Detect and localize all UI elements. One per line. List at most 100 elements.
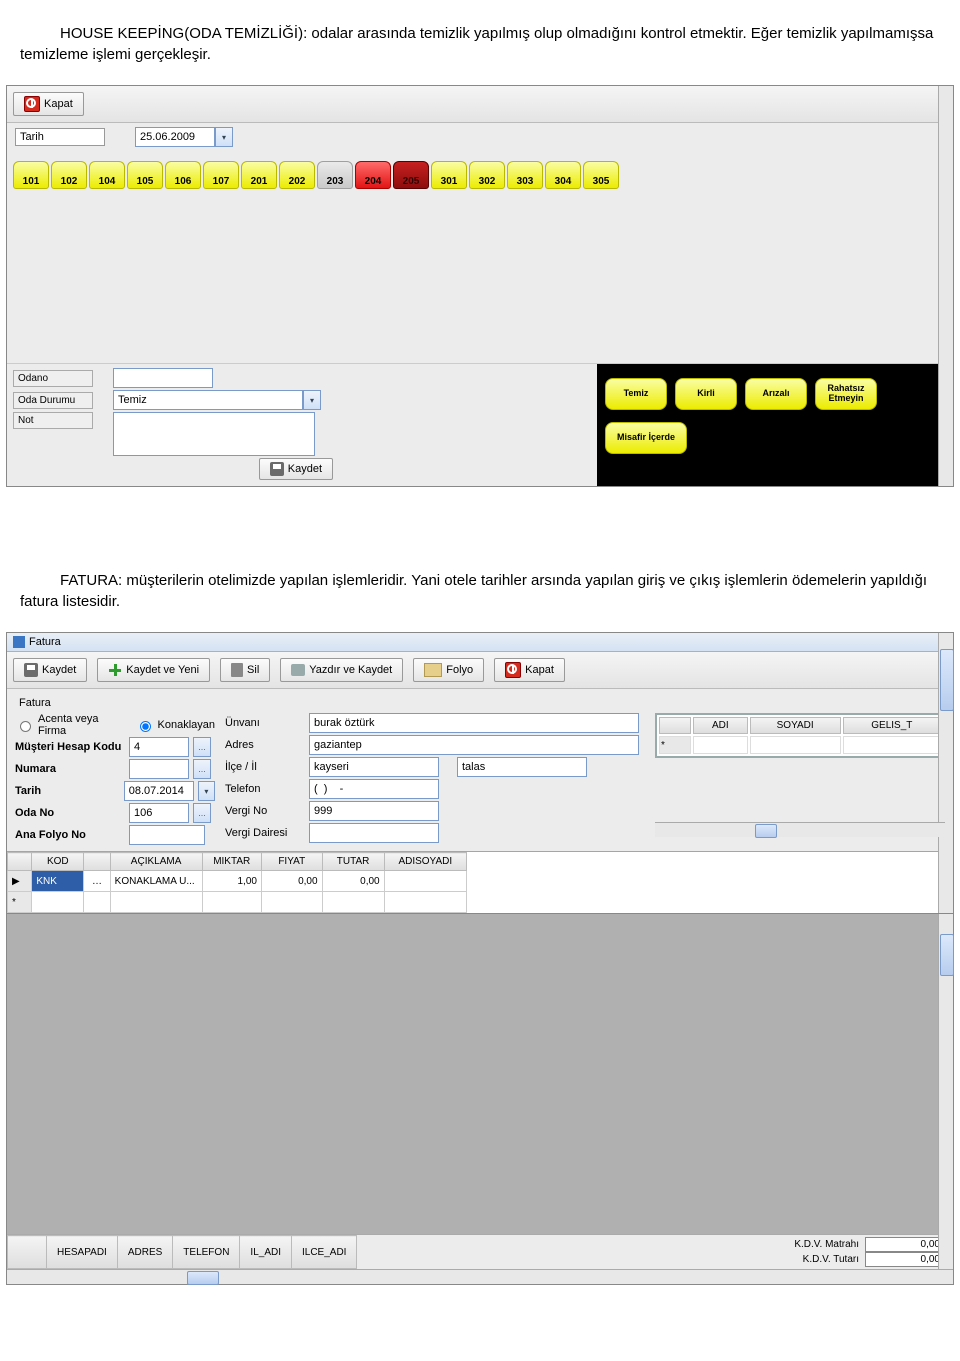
footer-grid[interactable]: HESAPADI ADRES TELEFON IL_ADI ILCE_ADI	[7, 1235, 357, 1269]
date-row: Tarih ▾	[7, 123, 953, 151]
room-205[interactable]: 205	[393, 161, 429, 189]
grid-vscroll[interactable]	[938, 914, 953, 1234]
grid-row[interactable]: ▶ KNK … KONAKLAMA U... 1,00 0,00 0,00	[8, 871, 467, 892]
numara-lookup[interactable]: …	[193, 759, 211, 779]
col-aciklama[interactable]: AÇIKLAMA	[110, 853, 202, 871]
fatura-toolbar: Kaydet Kaydet ve Yeni Sil Yazdır ve Kayd…	[7, 652, 953, 689]
cell-aciklama[interactable]: KONAKLAMA U...	[110, 871, 202, 892]
status-rahatsız-etmeyin[interactable]: Rahatsız Etmeyin	[815, 378, 877, 410]
numara-input[interactable]	[129, 759, 189, 779]
vscroll[interactable]	[938, 86, 953, 486]
oda-durumu-select[interactable]	[113, 390, 303, 410]
room-302[interactable]: 302	[469, 161, 505, 189]
odano-input-2[interactable]	[129, 803, 189, 823]
room-303[interactable]: 303	[507, 161, 543, 189]
yazdir-label: Yazdır ve Kaydet	[309, 664, 392, 676]
room-106[interactable]: 106	[165, 161, 201, 189]
room-107[interactable]: 107	[203, 161, 239, 189]
fcol-hesapadi[interactable]: HESAPADI	[47, 1236, 118, 1269]
save-button[interactable]: Kaydet	[259, 458, 333, 480]
radio-konaklayan-label: Konaklayan	[158, 719, 216, 731]
mini-col-gelist[interactable]: GELIS_T	[843, 717, 941, 734]
unvani-input[interactable]	[309, 713, 639, 733]
room-201[interactable]: 201	[241, 161, 277, 189]
cell-tutar[interactable]: 0,00	[322, 871, 384, 892]
col-fiyat[interactable]: FIYAT	[261, 853, 322, 871]
anafolyo-input[interactable]	[129, 825, 205, 845]
vergino-input[interactable]	[309, 801, 439, 821]
mini-col-soyadi[interactable]: SOYADI	[750, 717, 841, 734]
footer: HESAPADI ADRES TELEFON IL_ADI ILCE_ADI K…	[7, 1234, 953, 1269]
kapat-button[interactable]: Kapat	[494, 658, 565, 682]
folyo-button[interactable]: Folyo	[413, 658, 484, 682]
il-input[interactable]	[457, 757, 587, 777]
kaydet-yeni-button[interactable]: Kaydet ve Yeni	[97, 658, 210, 682]
ilce-input[interactable]	[309, 757, 439, 777]
room-305[interactable]: 305	[583, 161, 619, 189]
tarih-dropdown[interactable]: ▾	[198, 781, 215, 801]
radio-konaklayan[interactable]	[140, 721, 151, 732]
fcol-telefon[interactable]: TELEFON	[173, 1236, 240, 1269]
room-203[interactable]: 203	[317, 161, 353, 189]
not-textarea[interactable]	[113, 412, 315, 456]
room-102[interactable]: 102	[51, 161, 87, 189]
col-tutar[interactable]: TUTAR	[322, 853, 384, 871]
cell-miktar[interactable]: 1,00	[202, 871, 261, 892]
cell-kod-lookup[interactable]: …	[84, 871, 110, 892]
cell-kod[interactable]: KNK	[32, 871, 84, 892]
room-204[interactable]: 204	[355, 161, 391, 189]
tarih-input[interactable]	[124, 781, 194, 801]
room-304[interactable]: 304	[545, 161, 581, 189]
status-temiz[interactable]: Temiz	[605, 378, 667, 410]
musteri-kodu-lookup[interactable]: …	[193, 737, 211, 757]
cell-fiyat[interactable]: 0,00	[261, 871, 322, 892]
odano-label-2: Oda No	[15, 807, 125, 819]
guest-mini-grid[interactable]: ADI SOYADI GELIS_T *	[656, 714, 944, 757]
oda-durumu-dropdown[interactable]: ▾	[303, 390, 321, 410]
fcol-iladi[interactable]: IL_ADI	[240, 1236, 292, 1269]
yazdir-button[interactable]: Yazdır ve Kaydet	[280, 658, 403, 682]
housekeeping-window: Kapat Tarih ▾ 10110210410510610720120220…	[6, 85, 954, 487]
close-button[interactable]: Kapat	[13, 92, 84, 116]
kaydet-button[interactable]: Kaydet	[13, 658, 87, 682]
ilce-label: İlçe / İl	[225, 761, 305, 773]
room-104[interactable]: 104	[89, 161, 125, 189]
date-dropdown-button[interactable]: ▾	[215, 127, 233, 147]
vergidaire-label: Vergi Dairesi	[225, 827, 305, 839]
fcol-adres[interactable]: ADRES	[117, 1236, 172, 1269]
folyo-label: Folyo	[446, 664, 473, 676]
invoice-grid[interactable]: KOD AÇIKLAMA MIKTAR FIYAT TUTAR ADISOYAD…	[7, 851, 953, 913]
kdv-matrah-value: 0,00	[865, 1237, 945, 1252]
grid-new-row[interactable]: *	[8, 892, 467, 913]
oda-durumu-label: Oda Durumu	[13, 392, 93, 409]
status-kirli[interactable]: Kirli	[675, 378, 737, 410]
rooms-strip: 1011021041051061072012022032042053013023…	[7, 151, 953, 193]
room-105[interactable]: 105	[127, 161, 163, 189]
status-misafir-i̇çerde[interactable]: Misafir İçerde	[605, 422, 687, 454]
cell-adisoyadi[interactable]	[384, 871, 466, 892]
col-miktar[interactable]: MIKTAR	[202, 853, 261, 871]
odano-input[interactable]	[113, 368, 213, 388]
odano-lookup[interactable]: …	[193, 803, 211, 823]
vergidaire-input[interactable]	[309, 823, 439, 843]
col-kod[interactable]: KOD	[32, 853, 84, 871]
telefon-input[interactable]	[309, 779, 439, 799]
footer-hscroll[interactable]	[7, 1269, 953, 1284]
adres-input[interactable]	[309, 735, 639, 755]
window-title: Fatura	[29, 636, 61, 648]
date-input[interactable]	[135, 127, 215, 147]
fcol-ilceadi[interactable]: ILCE_ADI	[292, 1236, 357, 1269]
mini-hscroll[interactable]	[655, 822, 945, 837]
radio-acenta-label: Acenta veya Firma	[38, 713, 112, 737]
room-301[interactable]: 301	[431, 161, 467, 189]
room-202[interactable]: 202	[279, 161, 315, 189]
room-101[interactable]: 101	[13, 161, 49, 189]
sil-button[interactable]: Sil	[220, 658, 270, 682]
musteri-kodu-input[interactable]	[129, 737, 189, 757]
mini-col-adi[interactable]: ADI	[693, 717, 748, 734]
col-adisoyadi[interactable]: ADISOYADI	[384, 853, 466, 871]
fatura-window: Fatura Kaydet Kaydet ve Yeni Sil Yazdır …	[6, 632, 954, 1285]
radio-acenta[interactable]	[20, 721, 31, 732]
status-arızalı[interactable]: Arızalı	[745, 378, 807, 410]
kdv-tutar-value: 0,00	[865, 1252, 945, 1267]
